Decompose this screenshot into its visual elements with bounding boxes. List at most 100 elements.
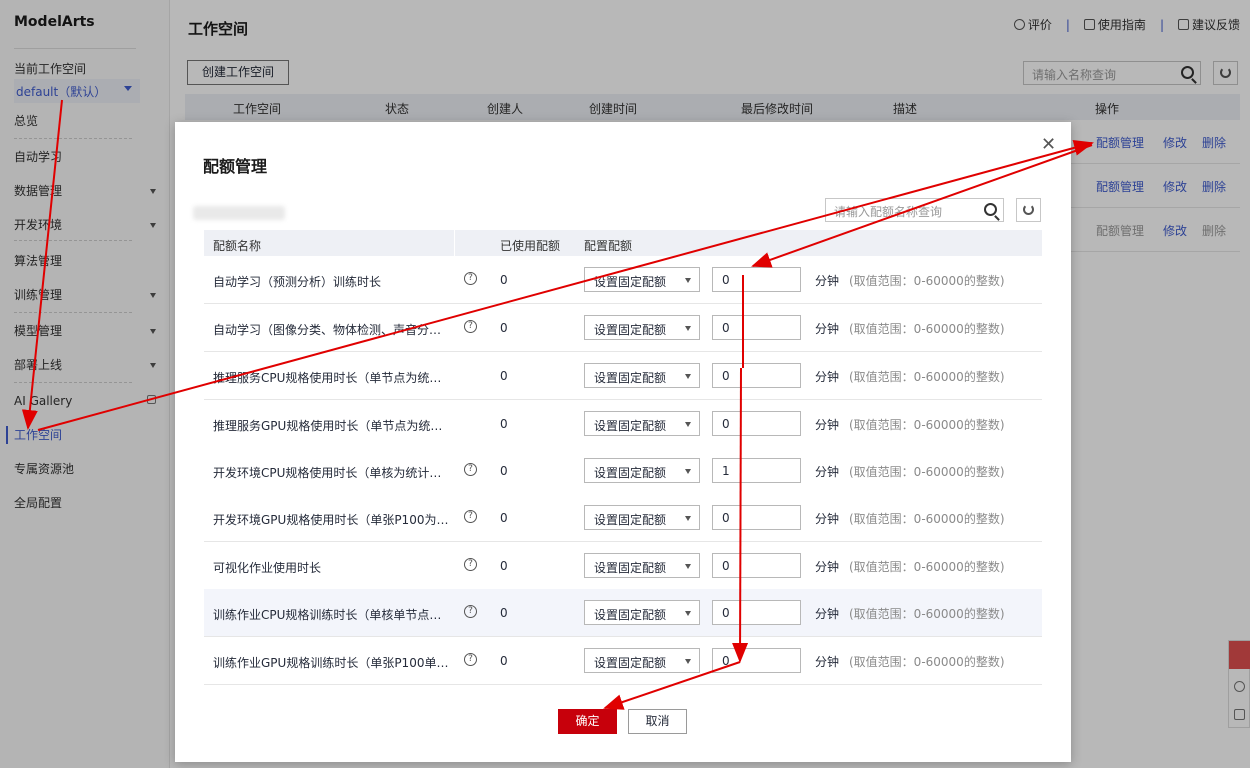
quota-management-dialog: 配额管理 ✕ 请输入配额名称查询 配额名称 已使用配额 配置配额 自动学习（预测… (175, 122, 1071, 762)
quota-range-hint: (取值范围：0-60000的整数) (849, 512, 1005, 526)
help-icon[interactable]: ? (464, 653, 477, 666)
quota-unit: 分钟 (815, 465, 840, 479)
quota-name: 开发环境GPU规格使用时长（单张P100为统计基础单位） (213, 513, 453, 527)
table-row: 推理服务GPU规格使用时长（单节点为统计基础单位） 0 设置固定配额 0 分钟 … (204, 400, 1042, 448)
table-row: 可视化作业使用时长 ? 0 设置固定配额 0 分钟 (取值范围：0-60000的… (204, 542, 1042, 590)
quota-range-hint: (取值范围：0-60000的整数) (849, 370, 1005, 384)
quota-unit: 分钟 (815, 655, 840, 669)
quota-unit: 分钟 (815, 607, 840, 621)
quota-unit: 分钟 (815, 418, 840, 432)
quota-unit: 分钟 (815, 274, 840, 288)
quota-range-hint: (取值范围：0-60000的整数) (849, 607, 1005, 621)
select-value: 设置固定配额 (594, 466, 667, 480)
quota-range-hint: (取值范围：0-60000的整数) (849, 465, 1005, 479)
quota-used: 0 (500, 559, 508, 573)
quota-unit: 分钟 (815, 322, 840, 336)
quota-search-input[interactable]: 请输入配额名称查询 (825, 198, 1004, 222)
help-icon[interactable]: ? (464, 272, 477, 285)
blurred-workspace-name (193, 206, 285, 220)
quota-used: 0 (500, 464, 508, 478)
select-value: 设置固定配额 (594, 656, 667, 670)
dialog-title: 配额管理 (203, 157, 268, 176)
select-value: 设置固定配额 (594, 275, 667, 289)
table-row: 开发环境GPU规格使用时长（单张P100为统计基础单位） ? 0 设置固定配额 … (204, 494, 1042, 542)
quota-range-hint: (取值范围：0-60000的整数) (849, 322, 1005, 336)
quota-value-input[interactable]: 0 (712, 315, 801, 340)
caret-down-icon (685, 659, 691, 664)
quota-mode-select[interactable]: 设置固定配额 (584, 505, 700, 530)
quota-unit: 分钟 (815, 512, 840, 526)
close-icon[interactable]: ✕ (1041, 134, 1056, 155)
caret-down-icon (685, 326, 691, 331)
quota-mode-select[interactable]: 设置固定配额 (584, 648, 700, 673)
quota-mode-select[interactable]: 设置固定配额 (584, 267, 700, 292)
quota-name: 可视化作业使用时长 (213, 561, 322, 575)
select-value: 设置固定配额 (594, 371, 667, 385)
help-icon[interactable]: ? (464, 463, 477, 476)
quota-value-input[interactable]: 0 (712, 553, 801, 578)
quota-name: 训练作业CPU规格训练时长（单核单节点为统计基础单位） (213, 608, 453, 622)
caret-down-icon (685, 564, 691, 569)
quota-mode-select[interactable]: 设置固定配额 (584, 411, 700, 436)
table-row: 训练作业CPU规格训练时长（单核单节点为统计基础单位） ? 0 设置固定配额 0… (204, 589, 1042, 637)
quota-name: 训练作业GPU规格训练时长（单张P100单节点为统计基础单位） (213, 656, 453, 670)
select-value: 设置固定配额 (594, 513, 667, 527)
quota-value-input[interactable]: 1 (712, 458, 801, 483)
caret-down-icon (685, 611, 691, 616)
refresh-icon (1023, 204, 1034, 215)
column-header: 配额名称 (213, 239, 262, 253)
table-row: 自动学习（预测分析）训练时长 ? 0 设置固定配额 0 分钟 (取值范围：0-6… (204, 256, 1042, 304)
quota-value-input[interactable]: 0 (712, 267, 801, 292)
quota-name: 推理服务CPU规格使用时长（单节点为统计基础单位） (213, 371, 453, 385)
help-icon[interactable]: ? (464, 320, 477, 333)
cancel-button[interactable]: 取消 (628, 709, 687, 734)
quota-unit: 分钟 (815, 370, 840, 384)
quota-used: 0 (500, 273, 508, 287)
quota-mode-select[interactable]: 设置固定配额 (584, 458, 700, 483)
quota-value-input[interactable]: 0 (712, 600, 801, 625)
help-icon[interactable]: ? (464, 558, 477, 571)
caret-down-icon (685, 516, 691, 521)
refresh-button[interactable] (1016, 198, 1041, 222)
help-icon[interactable]: ? (464, 605, 477, 618)
quota-range-hint: (取值范围：0-60000的整数) (849, 560, 1005, 574)
quota-mode-select[interactable]: 设置固定配额 (584, 363, 700, 388)
quota-name: 自动学习（预测分析）训练时长 (213, 275, 382, 289)
caret-down-icon (685, 422, 691, 427)
table-row: 开发环境CPU规格使用时长（单核为统计基础单位） ? 0 设置固定配额 1 分钟… (204, 447, 1042, 495)
quota-used: 0 (500, 654, 508, 668)
confirm-button[interactable]: 确定 (558, 709, 617, 734)
column-header: 已使用配额 (500, 239, 561, 253)
quota-used: 0 (500, 417, 508, 431)
column-header: 配置配额 (584, 239, 633, 253)
caret-down-icon (685, 278, 691, 283)
quota-name: 开发环境CPU规格使用时长（单核为统计基础单位） (213, 466, 453, 480)
quota-used: 0 (500, 369, 508, 383)
divider (454, 230, 455, 256)
search-icon[interactable] (984, 203, 997, 216)
quota-mode-select[interactable]: 设置固定配额 (584, 600, 700, 625)
quota-used: 0 (500, 511, 508, 525)
quota-unit: 分钟 (815, 560, 840, 574)
caret-down-icon (685, 469, 691, 474)
quota-mode-select[interactable]: 设置固定配额 (584, 315, 700, 340)
quota-used: 0 (500, 606, 508, 620)
select-value: 设置固定配额 (594, 323, 667, 337)
quota-mode-select[interactable]: 设置固定配额 (584, 553, 700, 578)
table-row: 训练作业GPU规格训练时长（单张P100单节点为统计基础单位） ? 0 设置固定… (204, 637, 1042, 685)
quota-used: 0 (500, 321, 508, 335)
quota-value-input[interactable]: 0 (712, 363, 801, 388)
quota-value-input[interactable]: 0 (712, 411, 801, 436)
quota-value-input[interactable]: 0 (712, 505, 801, 530)
help-icon[interactable]: ? (464, 510, 477, 523)
quota-range-hint: (取值范围：0-60000的整数) (849, 418, 1005, 432)
quota-name: 自动学习（图像分类、物体检测、声音分类）训练时长 (213, 323, 453, 337)
select-value: 设置固定配额 (594, 561, 667, 575)
select-value: 设置固定配额 (594, 419, 667, 433)
quota-name: 推理服务GPU规格使用时长（单节点为统计基础单位） (213, 419, 453, 433)
select-value: 设置固定配额 (594, 608, 667, 622)
quota-value-input[interactable]: 0 (712, 648, 801, 673)
quota-range-hint: (取值范围：0-60000的整数) (849, 655, 1005, 669)
table-row: 自动学习（图像分类、物体检测、声音分类）训练时长 ? 0 设置固定配额 0 分钟… (204, 304, 1042, 352)
quota-table-header: 配额名称 已使用配额 配置配额 (204, 230, 1042, 256)
